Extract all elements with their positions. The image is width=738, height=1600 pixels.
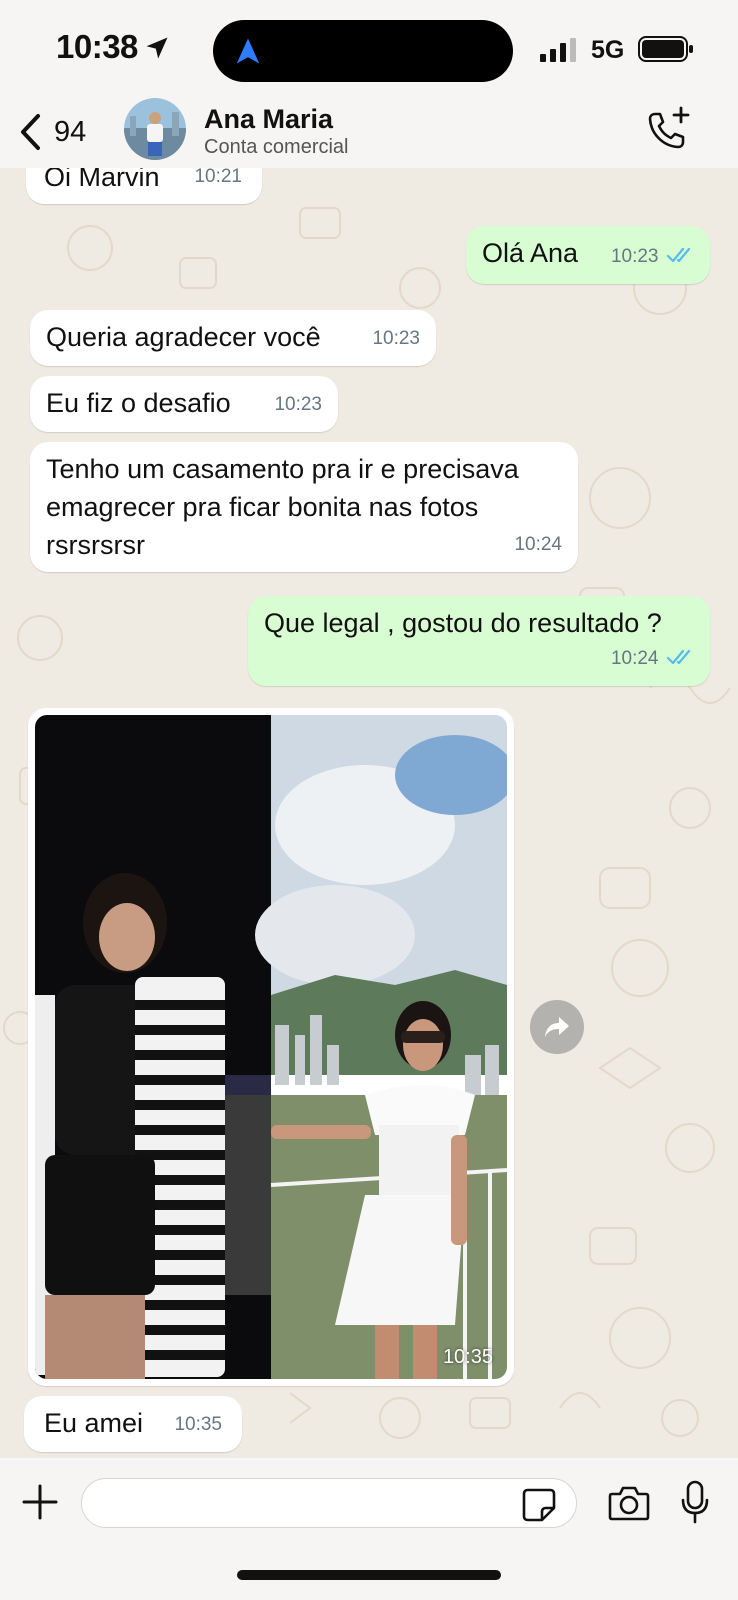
message-input[interactable] [81, 1478, 577, 1528]
message-incoming[interactable]: Eu amei 10:35 [24, 1396, 242, 1452]
dynamic-island [213, 20, 513, 82]
message-meta: 10:23 [611, 234, 696, 276]
message-outgoing[interactable]: Olá Ana 10:23 [466, 226, 710, 284]
message-meta: 10:24 [611, 636, 696, 678]
message-time: 10:23 [372, 328, 420, 349]
contact-subtitle: Conta comercial [204, 136, 349, 158]
status-time: 10:38 [56, 28, 138, 65]
chat-header: 94 Ana Maria Conta comercial [0, 96, 738, 168]
before-after-photo[interactable]: 10:35 [35, 715, 507, 1379]
message-incoming[interactable]: Tenho um casamento pra ir e precisava em… [30, 442, 578, 572]
read-ticks-icon [666, 247, 691, 262]
forward-icon [545, 1017, 569, 1037]
battery-icon [638, 36, 693, 62]
photo-content [35, 715, 507, 1379]
sticker-icon[interactable] [522, 1488, 556, 1522]
message-time: 10:21 [194, 168, 242, 187]
back-chevron-icon [21, 114, 40, 150]
contact-name[interactable]: Ana Maria [204, 104, 333, 135]
unread-count: 94 [54, 115, 87, 148]
message-incoming[interactable]: Oi Marvin 10:21 [26, 168, 262, 204]
network-label: 5G [591, 36, 625, 64]
forward-button[interactable] [530, 1000, 584, 1054]
message-time: 10:23 [274, 394, 322, 415]
avatar[interactable] [124, 98, 186, 160]
message-image[interactable]: 10:35 [28, 708, 514, 1386]
message-time: 10:35 [174, 1414, 222, 1435]
dynamic-island-nav-icon [236, 38, 260, 64]
location-arrow-icon [146, 37, 168, 59]
message-text: Que legal , gostou do resultado ? [264, 608, 662, 638]
message-text: Tenho um casamento pra ir e precisava em… [46, 454, 519, 560]
message-text: Oi Marvin [44, 168, 160, 192]
plus-icon[interactable] [22, 1484, 58, 1520]
message-text: Eu amei [44, 1408, 144, 1438]
camera-icon[interactable] [608, 1484, 650, 1522]
message-text: Queria agradecer você [46, 322, 321, 352]
home-indicator[interactable] [237, 1570, 501, 1580]
input-bar [0, 1458, 738, 1600]
message-incoming[interactable]: Queria agradecer você 10:23 [30, 310, 436, 366]
message-incoming[interactable]: Eu fiz o desafio 10:23 [30, 376, 338, 432]
photo-time: 10:35 [442, 1346, 493, 1368]
avatar-photo [124, 98, 186, 160]
back-button[interactable]: 94 [18, 110, 86, 154]
message-time: 10:23 [610, 246, 659, 267]
status-bar: 10:38 5G [0, 0, 738, 100]
chat-area[interactable]: Oi Marvin 10:21 Olá Ana 10:23 Queria agr… [0, 168, 738, 1458]
signal-icon [540, 38, 576, 62]
add-call-icon[interactable] [643, 104, 693, 154]
message-text: Eu fiz o desafio [46, 388, 231, 418]
message-text: Olá Ana [482, 238, 579, 268]
message-time: 10:24 [610, 648, 659, 669]
message-time: 10:24 [514, 534, 562, 555]
microphone-icon[interactable] [680, 1480, 710, 1524]
message-outgoing[interactable]: Que legal , gostou do resultado ? 10:24 [248, 596, 710, 686]
read-ticks-icon [666, 649, 691, 664]
